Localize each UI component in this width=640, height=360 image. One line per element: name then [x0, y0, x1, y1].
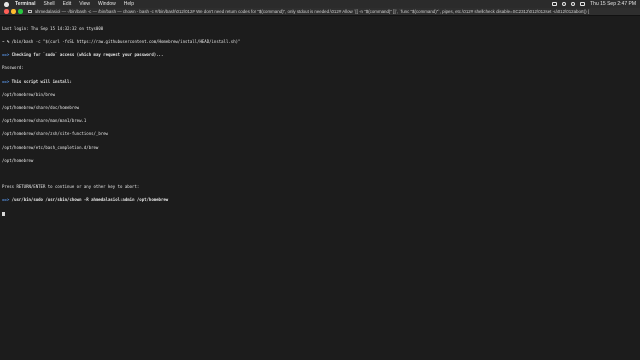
menu-app-terminal[interactable]: Terminal — [15, 1, 35, 7]
prompt-arrow: ==> — [2, 78, 10, 84]
terminal-line: /opt/homebrew/share/doc/homebrew — [2, 105, 80, 111]
menu-view[interactable]: View — [79, 1, 90, 7]
menu-bar: Terminal Shell Edit View Window Help Thu… — [0, 0, 640, 8]
window-titlebar[interactable]: ahmedalasiol — -/bin/bash -c — /bin/bash… — [0, 8, 640, 16]
text-cursor — [2, 211, 5, 216]
close-button[interactable] — [4, 9, 9, 14]
terminal-window: ahmedalasiol — -/bin/bash -c — /bin/bash… — [0, 8, 640, 360]
terminal-line: ==> /usr/bin/sudo /usr/sbin/chown -R ahm… — [2, 197, 169, 203]
terminal-line: /opt/homebrew/bin/brew — [2, 91, 55, 97]
folder-icon — [27, 9, 32, 14]
terminal-line: ==> This script will install: — [2, 78, 72, 84]
apple-icon[interactable] — [4, 1, 9, 7]
search-icon[interactable] — [571, 2, 576, 6]
terminal-line: ~ % /bin/bash -c "$(curl -fsSL https://r… — [2, 39, 241, 45]
terminal-cursor-line — [2, 211, 638, 216]
prompt-arrow: ==> — [2, 52, 10, 58]
menu-shell[interactable]: Shell — [43, 1, 54, 7]
menu-clock[interactable]: Thu 15 Sep 2:47 PM — [590, 1, 636, 7]
terminal-output[interactable]: Last login: Thu Sep 15 14:32:32 on ttys0… — [0, 16, 640, 225]
terminal-line: Last login: Thu Sep 15 14:32:32 on ttys0… — [2, 25, 104, 31]
terminal-line: /opt/homebrew/etc/bash_completion.d/brew — [2, 144, 99, 150]
terminal-line: Press RETURN/ENTER to continue or any ot… — [2, 184, 140, 190]
status-area: Thu 15 Sep 2:47 PM — [552, 1, 636, 7]
control-center-icon[interactable] — [580, 2, 586, 6]
terminal-line: /opt/homebrew/share/man/man1/brew.1 — [2, 118, 87, 124]
prompt-arrow: ==> — [2, 197, 10, 203]
window-title: ahmedalasiol — -/bin/bash -c — /bin/bash… — [34, 9, 590, 14]
menu-window[interactable]: Window — [98, 1, 116, 7]
terminal-line: Password: — [2, 65, 24, 71]
terminal-line: /opt/homebrew/share/zsh/site-functions/_… — [2, 131, 108, 137]
terminal-line: /opt/homebrew — [2, 157, 34, 163]
menu-edit[interactable]: Edit — [63, 1, 72, 7]
wifi-icon[interactable] — [562, 2, 567, 6]
minimize-button[interactable] — [11, 9, 16, 14]
terminal-line: ==> Checking for `sudo` access (which ma… — [2, 52, 164, 58]
window-controls — [4, 9, 23, 14]
battery-icon[interactable] — [552, 2, 558, 6]
menu-help[interactable]: Help — [124, 1, 134, 7]
zoom-button[interactable] — [18, 9, 23, 14]
